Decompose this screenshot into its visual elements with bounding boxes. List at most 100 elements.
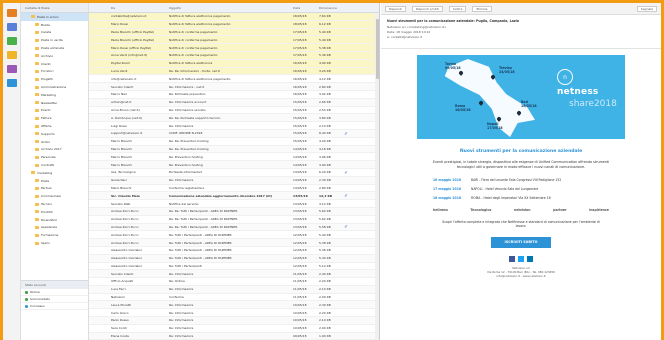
column-date[interactable]: Data (293, 6, 319, 10)
folder-item[interactable]: Commerciale (21, 192, 88, 200)
message-sender: Giulia Neri (111, 178, 127, 183)
subscribe-button[interactable]: ISCRIVITI SUBITO (491, 236, 551, 248)
message-row[interactable]: Sic. Claudio Mele Comunicazione aziendale… (89, 192, 379, 201)
folder-item[interactable]: Posta eliminata (21, 44, 88, 52)
message-row[interactable]: Laura Moretti Re: Informazioni 10/05/18 2,3… (89, 301, 379, 310)
message-row[interactable]: Marco Bianchi Re: Preventivo hosting 14/05… (89, 161, 379, 169)
reply-all-button[interactable]: Rispondi a tutti (411, 5, 443, 12)
folder-icon (35, 54, 39, 58)
folder-item[interactable]: Tecnico (21, 200, 88, 208)
folder-item[interactable]: Rivenditori (21, 216, 88, 224)
message-row[interactable]: A. Dell'Acqua (net.it) Re: Re: Richiesta … (89, 114, 379, 123)
message-row[interactable]: Marco Bianchi Re: Preventivo hosting 14/05… (89, 153, 379, 162)
message-row[interactable]: contabilita@netvision.it Notifica di fatt… (89, 13, 379, 21)
forward-button[interactable]: Inoltra (448, 5, 467, 12)
folder-item[interactable]: Posta (21, 177, 88, 185)
mail-icon[interactable] (7, 9, 17, 17)
message-row[interactable]: Anna Verdi (info@net.it) Notifica di conf… (89, 51, 379, 60)
message-row[interactable]: Lucia Verdi Re: Re: Informazioni - fonte:… (89, 67, 379, 76)
message-list-scrollbar[interactable] (375, 13, 379, 340)
message-row[interactable]: Giulia Neri Re: Informazioni 14/05/18 2,30 … (89, 176, 379, 185)
message-row[interactable]: Carlo Greco Re: Informazioni 10/05/18 2,20 … (89, 309, 379, 318)
message-row[interactable]: Mario Rossi (ufficio PayPal) Notifica di … (89, 44, 379, 52)
folder-item[interactable]: Formazione (21, 231, 88, 239)
message-row[interactable]: Servizio Web Notifica del servizio 13/05/1… (89, 200, 379, 208)
folder-item[interactable]: Archivio (21, 52, 88, 60)
folder-item[interactable]: Prodotti (21, 208, 88, 216)
message-row[interactable]: Marco Bianchi Re: Re: Preventivo hosting 1… (89, 145, 379, 154)
message-row[interactable]: Paolo Russo Re: Informazioni 10/05/18 2,10 … (89, 317, 379, 325)
message-row[interactable]: Servizio Clienti Re: Informazioni - net.i… (89, 83, 379, 91)
message-row[interactable]: Digital Room Notifica di fattura elettron… (89, 59, 379, 68)
message-row[interactable]: Alessandro Giordano Re: Tutti i Partecipa… (89, 263, 379, 271)
folder-item[interactable]: Assistenza (21, 224, 88, 232)
folder-item[interactable]: Newsletter (21, 99, 88, 107)
scrollbar-thumb[interactable] (375, 19, 379, 79)
folder-item[interactable]: Ordini (21, 138, 88, 146)
message-row[interactable]: Andrea Ricci Pucci Re: Re: Tutti i Partec… (89, 216, 379, 224)
message-row[interactable]: Mario Bianchi Conferma registrazione 14/05… (89, 185, 379, 193)
message-row[interactable]: Sara Conti Re: Informazioni 10/05/18 2,00 K… (89, 325, 379, 333)
message-subject-cell: Re: Informazioni (169, 334, 194, 339)
folder-icon (35, 124, 39, 128)
message-row[interactable]: Elena Costa Re: Informazioni 09/05/18 1,90 … (89, 332, 379, 340)
folder-item[interactable]: Amministrazione (21, 83, 88, 91)
message-row[interactable]: admin@net.it Re: Informazioni account 15/0… (89, 98, 379, 107)
folder-item[interactable]: Eventi (21, 107, 88, 115)
message-row[interactable]: Andrea Ricci Pucci Re: Re: Tutti i Partec… (89, 207, 379, 216)
notes-icon[interactable] (7, 65, 17, 73)
folder-item[interactable]: Posta in arrivo (21, 13, 88, 21)
message-row[interactable]: Anna Bruno (net.it) Re: Informazioni serv… (89, 107, 379, 115)
message-row[interactable]: Luca Ferri Re: Informazioni 11/05/18 2,10 K… (89, 285, 379, 294)
message-row[interactable]: Netvision Conferma 11/05/18 2,00 KB (89, 294, 379, 302)
message-row[interactable]: Luigi Rossi Re: Informazioni 15/05/18 2,10 … (89, 122, 379, 130)
message-row[interactable]: Servizio Clienti Re: Informazioni 11/05/18… (89, 270, 379, 279)
twitter-icon[interactable] (518, 255, 524, 262)
message-row[interactable]: info@netvision.it Notifica di fattura ele… (89, 75, 379, 84)
calendar-icon[interactable] (7, 23, 17, 31)
folder-item[interactable]: Posta in uscita (21, 36, 88, 44)
message-row[interactable]: Marco Bianchi Re: Re: Preventivo hosting 1… (89, 138, 379, 146)
message-row[interactable]: Paola Bianchi (ufficio PayPal) Notifica d… (89, 28, 379, 37)
message-row[interactable]: Alessandro Giordano Re: Tutti i Partecipa… (89, 254, 379, 263)
facebook-icon[interactable] (509, 255, 515, 262)
message-row[interactable]: Andrea Ricci Pucci Re: Re: Tutti i Partec… (89, 223, 379, 232)
message-from[interactable]: Netvision srl <marketing@netvision.it> (387, 25, 655, 29)
column-size[interactable]: Dimensione (319, 6, 341, 10)
cloud-icon[interactable] (7, 79, 17, 87)
folder-item[interactable]: Marketing (21, 91, 88, 99)
linkedin-icon[interactable] (527, 255, 533, 262)
folder-item[interactable]: Personale (21, 153, 88, 161)
folder-item[interactable]: Offerte (21, 122, 88, 130)
folder-item[interactable]: Supporto (21, 130, 88, 138)
tasks-icon[interactable] (7, 51, 17, 59)
column-subject[interactable]: Oggetto (169, 6, 293, 10)
folder-item[interactable]: Inviata (21, 29, 88, 37)
contacts-icon[interactable] (7, 37, 17, 45)
report-button[interactable]: Segnala (636, 5, 657, 12)
message-row[interactable]: Ufficio Acquisti Re: Ordine 11/05/18 2,20 K… (89, 278, 379, 286)
folder-item[interactable]: Archivio 2017 (21, 146, 88, 154)
message-to[interactable]: A: contatti@netvision.it (387, 35, 655, 39)
message-row[interactable]: Marco Neri Re: Richiesta preventivo 16/05/… (89, 91, 379, 99)
message-row[interactable]: support@netvision.it CONF. ORDINE N.2018 1… (89, 129, 379, 138)
folder-item[interactable]: marketing (21, 169, 88, 177)
folder-item[interactable]: Spam (21, 239, 88, 247)
message-row[interactable]: Paola Bianchi (ufficio PayPal) Notifica d… (89, 36, 379, 45)
folder-item[interactable]: Fatture (21, 114, 88, 122)
folder-item[interactable]: Clienti (21, 60, 88, 68)
folder-item[interactable]: Bozze (21, 21, 88, 29)
message-row[interactable]: Andrea Ricci Pucci Re: Tutti i Partecipan… (89, 239, 379, 247)
reply-button[interactable]: Rispondi (385, 5, 406, 12)
message-date-cell: 13/05/18 (293, 201, 307, 206)
message-row[interactable]: Ass. Tecnologica Richiesta informazioni 14… (89, 169, 379, 177)
message-row[interactable]: Mario Rossi Notifica di fattura elettroni… (89, 20, 379, 29)
message-row[interactable]: Alessandro Giordano Re: Tutti i Partecipa… (89, 247, 379, 255)
folder-item[interactable]: Partner (21, 185, 88, 193)
folder-item[interactable]: Progetti (21, 75, 88, 83)
message-row[interactable]: Andrea Ricci Pucci Re: Tutti i Partecipan… (89, 231, 379, 240)
column-from[interactable]: Da (107, 6, 169, 10)
delete-button[interactable]: Elimina (472, 5, 492, 12)
folder-item[interactable]: Fornitori (21, 68, 88, 76)
folder-item[interactable]: Contratti (21, 161, 88, 169)
